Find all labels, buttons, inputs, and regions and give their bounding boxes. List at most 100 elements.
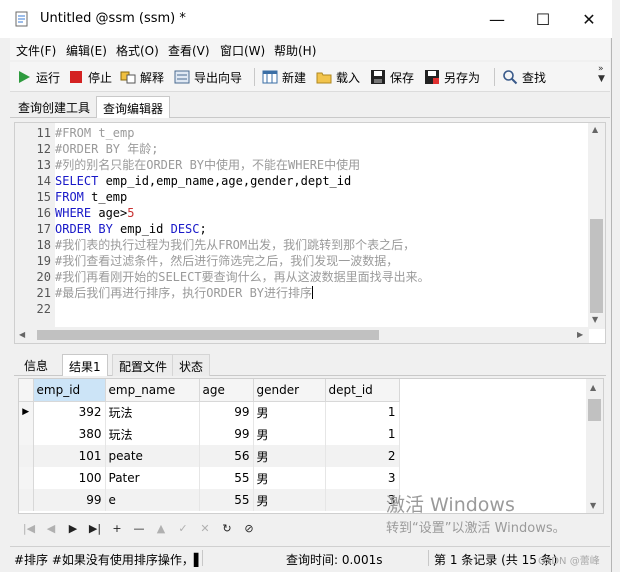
- menu-help[interactable]: 帮助(H): [274, 42, 316, 59]
- cell-emp-id[interactable]: 99: [33, 489, 106, 511]
- cell-dept-id[interactable]: 3: [325, 467, 400, 489]
- code-line: FROM t_emp: [55, 189, 127, 205]
- save-button[interactable]: 保存: [370, 67, 414, 87]
- grid-vertical-scrollbar[interactable]: ▲ ▼: [586, 379, 603, 513]
- scroll-thumb[interactable]: [590, 219, 603, 313]
- scroll-up-arrow-icon[interactable]: ▲: [592, 125, 598, 134]
- column-header-gender[interactable]: gender: [253, 379, 326, 402]
- cell-emp-id[interactable]: 380: [33, 423, 106, 445]
- window-title: Untitled @ssm (ssm) *: [40, 11, 186, 26]
- code-line: #最后我们再进行排序，执行ORDER BY进行排序: [55, 285, 314, 301]
- delete-record-icon[interactable]: —: [128, 518, 150, 538]
- editor-horizontal-scrollbar[interactable]: ◀ ▶: [15, 327, 589, 343]
- scroll-down-arrow-icon[interactable]: ▼: [592, 315, 598, 324]
- status-divider: [202, 550, 203, 566]
- stop-refresh-icon[interactable]: ⊘: [238, 518, 260, 538]
- column-header-emp-name[interactable]: emp_name: [105, 379, 200, 402]
- sql-editor[interactable]: 11 12 13 14 15 16 17 18 19 20 21 22 #FRO…: [14, 122, 606, 344]
- menu-window[interactable]: 窗口(W): [220, 42, 265, 59]
- table-row[interactable]: 101 peate 56 男 2: [19, 445, 400, 467]
- table-row[interactable]: 99 e 55 男 3: [19, 489, 400, 511]
- toolbar-overflow-chevron-icon[interactable]: » ▼: [598, 64, 605, 84]
- minimize-button[interactable]: —: [474, 0, 520, 38]
- new-button[interactable]: 新建: [262, 67, 306, 87]
- menu-format[interactable]: 格式(O): [116, 42, 159, 59]
- code-line: #FROM t_emp: [55, 125, 134, 141]
- cell-emp-name[interactable]: peate: [105, 445, 200, 467]
- scroll-thumb[interactable]: [37, 330, 379, 340]
- table-row[interactable]: 100 Pater 55 男 3: [19, 467, 400, 489]
- first-record-icon[interactable]: |◀: [18, 518, 40, 538]
- cell-gender[interactable]: 男: [253, 489, 326, 511]
- cell-dept-id[interactable]: 2: [325, 445, 400, 467]
- cell-emp-name[interactable]: Pater: [105, 467, 200, 489]
- cell-emp-id[interactable]: 392: [33, 401, 106, 423]
- cell-age[interactable]: 99: [199, 423, 254, 445]
- title-bar[interactable]: Untitled @ssm (ssm) * — ☐ ✕: [0, 0, 612, 38]
- add-record-icon[interactable]: +: [106, 518, 128, 538]
- tab-result1[interactable]: 结果1: [62, 354, 108, 376]
- stop-button[interactable]: 停止: [68, 67, 112, 87]
- maximize-button[interactable]: ☐: [520, 0, 566, 38]
- cell-age[interactable]: 56: [199, 445, 254, 467]
- cell-dept-id[interactable]: 1: [325, 401, 400, 423]
- menu-file[interactable]: 文件(F): [16, 42, 56, 59]
- sql-keyword: ORDER BY: [55, 222, 113, 236]
- discard-changes-icon[interactable]: ✕: [194, 518, 216, 538]
- scroll-down-arrow-icon[interactable]: ▼: [590, 501, 596, 510]
- save-as-button[interactable]: 另存为: [424, 67, 480, 87]
- cell-dept-id[interactable]: 1: [325, 423, 400, 445]
- confirm-icon[interactable]: ✓: [172, 518, 194, 538]
- record-navigation-bar: |◀ ◀ ▶ ▶| + — ▲ ✓ ✕ ↻ ⊘: [18, 516, 378, 540]
- next-record-icon[interactable]: ▶: [62, 518, 84, 538]
- refresh-icon[interactable]: ↻: [216, 518, 238, 538]
- cell-gender[interactable]: 男: [253, 401, 326, 423]
- cell-emp-id[interactable]: 101: [33, 445, 106, 467]
- find-label: 查找: [522, 70, 547, 85]
- line-number: 12: [36, 142, 51, 156]
- close-button[interactable]: ✕: [566, 0, 612, 38]
- find-button[interactable]: 查找: [502, 67, 546, 87]
- last-record-icon[interactable]: ▶|: [84, 518, 106, 538]
- cell-gender[interactable]: 男: [253, 467, 326, 489]
- cell-emp-name[interactable]: 玩法: [105, 401, 200, 423]
- tab-query-editor[interactable]: 查询编辑器: [96, 96, 171, 118]
- previous-record-icon[interactable]: ◀: [40, 518, 62, 538]
- menu-view[interactable]: 查看(V): [168, 42, 210, 59]
- column-header-dept-id[interactable]: dept_id: [325, 379, 400, 402]
- run-button[interactable]: 运行: [16, 67, 60, 87]
- cell-emp-name[interactable]: 玩法: [105, 423, 200, 445]
- export-wizard-button[interactable]: 导出向导: [174, 67, 242, 87]
- line-number: 13: [36, 158, 51, 172]
- load-button[interactable]: 载入: [316, 67, 360, 87]
- tab-query-builder[interactable]: 查询创建工具: [12, 96, 96, 118]
- cell-age[interactable]: 55: [199, 467, 254, 489]
- menu-edit[interactable]: 编辑(E): [66, 42, 107, 59]
- column-header-age[interactable]: age: [199, 379, 254, 402]
- scroll-right-arrow-icon[interactable]: ▶: [577, 330, 583, 339]
- editor-vertical-scrollbar[interactable]: ▲ ▼: [588, 123, 605, 329]
- tab-info[interactable]: 信息: [18, 354, 54, 376]
- row-header: [19, 467, 34, 489]
- explain-button[interactable]: 解释: [120, 67, 164, 87]
- code-area[interactable]: #FROM t_emp #ORDER BY 年龄; #列的别名只能在ORDER …: [55, 123, 589, 329]
- scroll-left-arrow-icon[interactable]: ◀: [19, 330, 25, 339]
- table-row[interactable]: ▶ 392 玩法 99 男 1: [19, 401, 400, 423]
- cell-emp-id[interactable]: 100: [33, 467, 106, 489]
- scroll-up-arrow-icon[interactable]: ▲: [590, 383, 596, 392]
- cell-gender[interactable]: 男: [253, 445, 326, 467]
- column-header-emp-id[interactable]: emp_id: [33, 379, 106, 402]
- cell-emp-name[interactable]: e: [105, 489, 200, 511]
- sql-text: emp_id,emp_name,age,gender,dept_id: [98, 174, 352, 188]
- sql-comment: #ORDER BY 年龄;: [55, 142, 159, 156]
- tab-profile[interactable]: 配置文件: [112, 354, 175, 376]
- scroll-thumb[interactable]: [588, 399, 601, 421]
- cell-age[interactable]: 55: [199, 489, 254, 511]
- toolbar-separator: [254, 68, 255, 86]
- result-grid[interactable]: emp_id emp_name age gender dept_id ▶ 392…: [18, 378, 604, 514]
- cell-gender[interactable]: 男: [253, 423, 326, 445]
- apply-changes-icon[interactable]: ▲: [150, 518, 172, 538]
- table-row[interactable]: 380 玩法 99 男 1: [19, 423, 400, 445]
- cell-age[interactable]: 99: [199, 401, 254, 423]
- tab-status[interactable]: 状态: [172, 354, 211, 376]
